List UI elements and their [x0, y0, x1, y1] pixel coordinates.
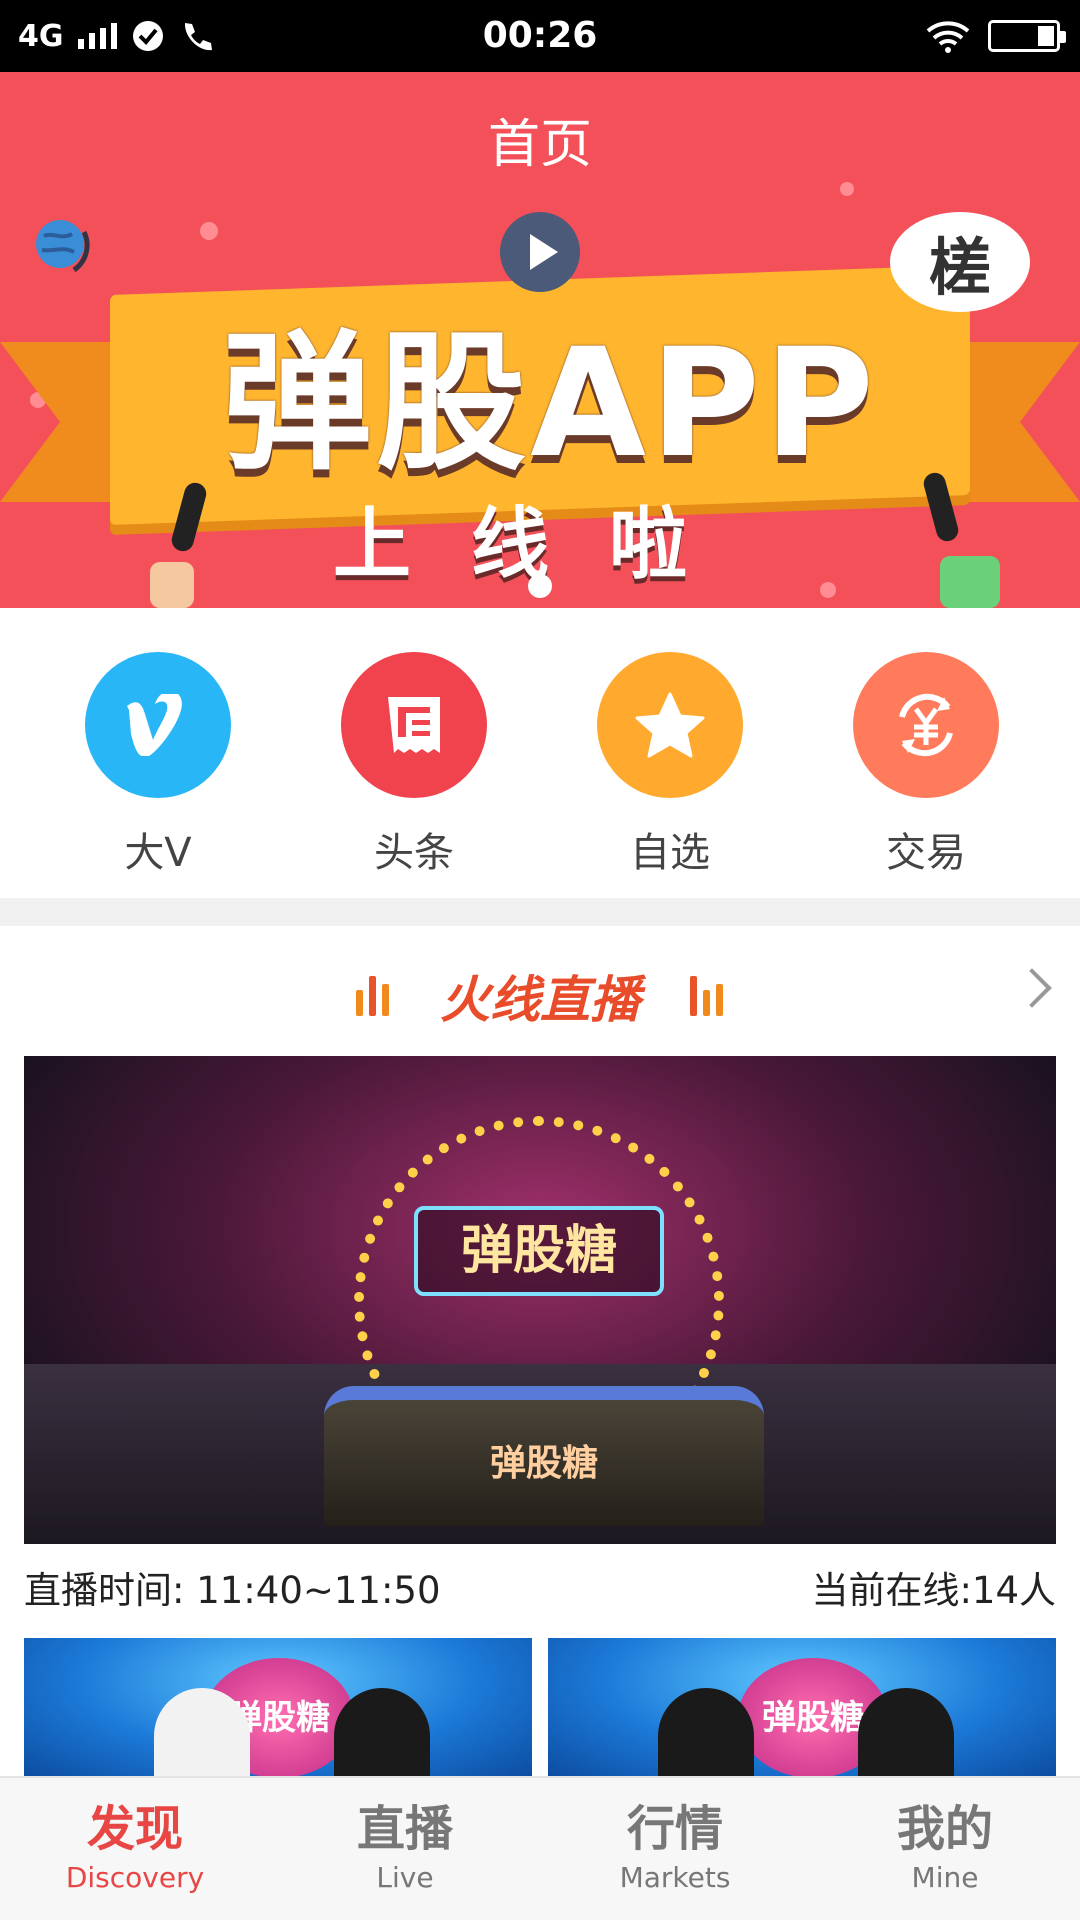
clock: 00:26	[482, 15, 598, 56]
tab-live[interactable]: 直播 Live	[270, 1778, 540, 1920]
tab-label: 我的	[896, 1801, 993, 1857]
stage-desk: 弹股糖	[324, 1386, 764, 1526]
tab-sublabel: Live	[376, 1861, 434, 1894]
wifi-icon	[926, 21, 970, 53]
live-time: 直播时间: 11:40~11:50	[24, 1569, 441, 1612]
shortcut-label: 头条	[374, 830, 454, 876]
header: 首页 槎 弹股APP 上线啦	[0, 72, 1080, 608]
live-section-header[interactable]: 火线直播	[0, 926, 1080, 1056]
globe-icon	[36, 220, 90, 273]
vimeo-v-icon	[85, 652, 231, 798]
equalizer-icon	[690, 974, 723, 1016]
live-info-row: 直播时间: 11:40~11:50 当前在线:14人	[24, 1560, 1056, 1612]
online-count: 当前在线:14人	[811, 1569, 1056, 1612]
shortcut-headlines[interactable]: 头条	[314, 652, 514, 878]
featured-live-stream[interactable]: 弹股糖 弹股糖	[24, 1056, 1056, 1544]
tab-markets[interactable]: 行情 Markets	[540, 1778, 810, 1920]
section-divider	[0, 898, 1080, 926]
shortcut-label: 自选	[630, 830, 710, 876]
tab-mine[interactable]: 我的 Mine	[810, 1778, 1080, 1920]
banner-headline: 弹股APP	[222, 317, 878, 491]
desk-label: 弹股糖	[489, 1443, 598, 1484]
promo-banner[interactable]: 槎 弹股APP 上线啦	[0, 182, 1080, 608]
host-figure	[334, 1688, 430, 1778]
tab-label: 行情	[626, 1801, 723, 1857]
shortcut-label: 交易	[886, 830, 966, 876]
tab-sublabel: Markets	[619, 1861, 731, 1894]
yen-exchange-icon	[853, 652, 999, 798]
page-title: 首页	[487, 115, 592, 175]
tab-label: 直播	[356, 1801, 453, 1857]
carousel-indicator[interactable]	[528, 574, 552, 598]
battery-icon	[988, 20, 1066, 52]
newspaper-icon	[341, 652, 487, 798]
section-title: 火线直播	[440, 971, 640, 1029]
star-icon	[597, 652, 743, 798]
shortcut-trade[interactable]: 交易	[826, 652, 1026, 878]
confetti-dot	[200, 222, 218, 240]
tab-label: 发现	[86, 1801, 183, 1857]
tab-sublabel: Discovery	[65, 1861, 205, 1894]
shortcut-label: 大V	[124, 830, 192, 876]
live-thumbnail[interactable]: 弹股糖	[24, 1638, 532, 1778]
microphone-icon	[150, 482, 207, 608]
shortcut-watchlist[interactable]: 自选	[570, 652, 770, 878]
host-figure	[858, 1688, 954, 1778]
play-icon	[500, 212, 580, 292]
stage-sign: 弹股糖	[414, 1206, 664, 1296]
shortcut-big-v[interactable]: 大V	[58, 652, 258, 878]
status-right	[926, 0, 1066, 72]
live-thumbnail[interactable]: 弹股糖	[548, 1638, 1056, 1778]
host-figure	[154, 1688, 250, 1778]
microphone-icon	[923, 472, 1000, 608]
tab-discovery[interactable]: 发现 Discovery	[0, 1778, 270, 1920]
bottom-tab-bar: 发现 Discovery 直播 Live 行情 Markets 我的 Mine	[0, 1776, 1080, 1920]
tab-sublabel: Mine	[911, 1861, 979, 1894]
confetti-dot	[840, 182, 854, 196]
host-figure	[658, 1688, 754, 1778]
status-bar: 4G 00:26	[0, 0, 1080, 72]
shortcut-grid: 大V 头条 自选 交易	[0, 608, 1080, 898]
